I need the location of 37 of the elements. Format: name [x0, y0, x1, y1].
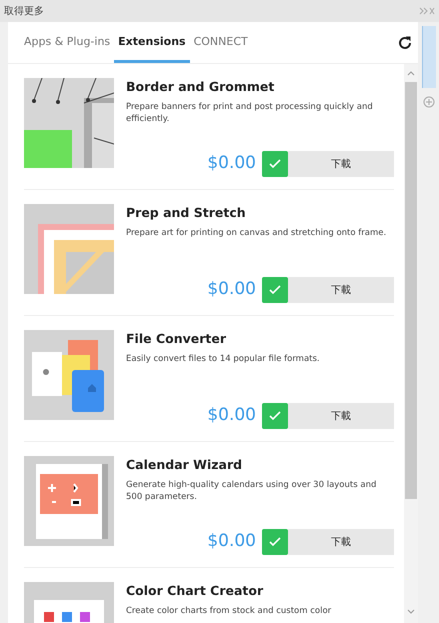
extension-title: Prep and Stretch: [126, 204, 247, 222]
price: $0.00: [207, 404, 256, 428]
extension-description: Easily convert files to 14 popular file formats.: [126, 352, 321, 366]
check-icon: [269, 411, 281, 421]
extension-title: Color Chart Creator: [126, 582, 264, 600]
extension-description: Create color charts from stock and custom color: [126, 604, 332, 618]
extension-title: Border and Grommet: [126, 78, 276, 96]
price: $0.00: [207, 278, 256, 302]
expand-icon[interactable]: [419, 7, 435, 15]
refresh-icon[interactable]: [398, 36, 412, 50]
download-button[interactable]: 下載: [288, 529, 394, 555]
extension-description: Prepare banners for print and post processing quickly and efficiently.: [126, 100, 374, 126]
scrollbar[interactable]: [404, 64, 418, 623]
extension-description: Generate high-quality calendars using over 30 layouts and 500 parameters.: [126, 478, 378, 504]
download-button[interactable]: 下載: [288, 277, 394, 303]
check-icon: [269, 159, 281, 169]
download-button[interactable]: 下載: [288, 403, 394, 429]
extension-title: Calendar Wizard: [126, 456, 244, 474]
checkbox[interactable]: [262, 529, 288, 555]
scroll-up-icon[interactable]: [407, 70, 415, 76]
panel-title: 取得更多: [4, 4, 44, 18]
checkbox[interactable]: [262, 151, 288, 177]
docker-tab[interactable]: [422, 26, 436, 88]
checkbox[interactable]: [262, 403, 288, 429]
download-button[interactable]: 下載: [288, 151, 394, 177]
tab[interactable]: Extensions: [114, 22, 190, 64]
scroll-down-icon[interactable]: [407, 609, 415, 615]
extension-description: Prepare art for printing on canvas and stretching onto frame.: [126, 226, 388, 240]
check-icon: [269, 285, 281, 295]
extension-title: File Converter: [126, 330, 228, 348]
tab[interactable]: CONNECT: [190, 22, 252, 64]
tab[interactable]: Apps & Plug-ins: [20, 22, 114, 64]
price: $0.00: [207, 152, 256, 176]
check-icon: [269, 537, 281, 547]
checkbox[interactable]: [262, 277, 288, 303]
price: $0.00: [207, 530, 256, 554]
add-icon[interactable]: [422, 96, 434, 108]
